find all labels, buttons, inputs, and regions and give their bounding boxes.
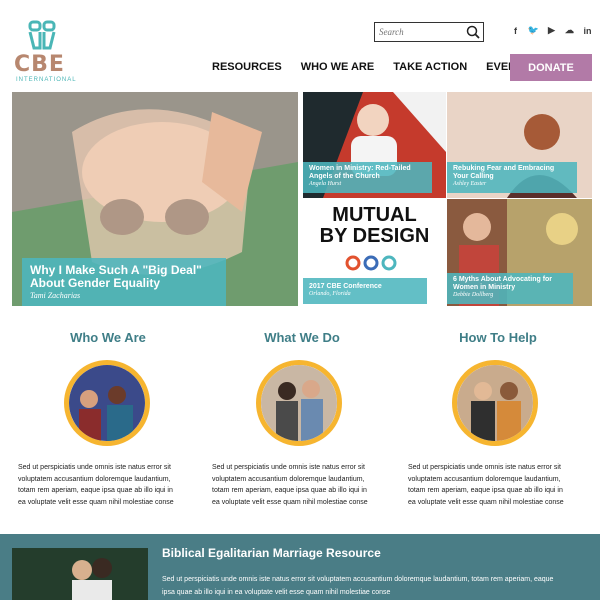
people-photo [261,365,337,441]
search-input[interactable] [375,23,463,41]
section-how-to-help: How To Help Sed ut perspiciatis unde omn… [408,330,588,506]
tile4-title-line1: 6 Myths About Advocating for [453,276,553,283]
nav-take-action[interactable]: TAKE ACTION [393,61,467,73]
main-nav: RESOURCES WHO WE ARE TAKE ACTION EVENTS [212,61,549,73]
conference-graphic-line2: BY DESIGN [319,225,430,247]
search-box[interactable] [374,22,484,42]
tile4-title-line2: Women in Ministry [453,284,516,291]
conference-rings-icon [345,255,397,271]
tile3-location: Orlando, Florida [309,291,351,297]
section-text: Sed ut perspiciatis unde omnis iste natu… [212,464,368,506]
social-links: f 🐦 ▶ ☁ in [510,25,593,36]
donate-button[interactable]: DONATE [510,54,592,81]
tile2-title-line1: Rebuking Fear and Embracing [453,165,555,172]
section-text: Sed ut perspiciatis unde omnis iste natu… [18,464,174,506]
logo-text: CBE [14,52,65,77]
band-text: Sed ut perspiciatis unde omnis iste natu… [162,576,554,596]
tile1-title-line2: Angels of the Church [309,173,380,180]
how-to-help-photo[interactable] [452,360,538,446]
tile2-author: Ashley Easter [453,181,487,187]
linkedin-icon[interactable]: in [582,25,593,36]
soundcloud-icon[interactable]: ☁ [564,25,575,36]
nav-resources[interactable]: RESOURCES [212,61,282,73]
facebook-icon[interactable]: f [510,25,521,36]
hero-title-line2: About Gender Equality [30,276,161,290]
tile1-author: Angela Hurst [309,181,342,187]
people-photo [457,365,533,441]
section-title[interactable]: What We Do [212,330,392,345]
people-photo [69,365,145,441]
band-title[interactable]: Biblical Egalitarian Marriage Resource [162,546,381,560]
article-tile-women-in-ministry[interactable]: Women in Ministry: Red-Tailed Angels of … [303,92,446,198]
band-content: Biblical Egalitarian Marriage Resource S… [0,534,600,600]
youtube-icon[interactable]: ▶ [546,25,557,36]
section-title[interactable]: How To Help [408,330,588,345]
what-we-do-photo[interactable] [256,360,342,446]
article-tile-rebuking-fear[interactable]: Rebuking Fear and Embracing Your Calling… [447,92,592,198]
search-icon[interactable] [466,25,480,39]
tile4-author: Debbie Dollberg [453,292,494,298]
twitter-icon[interactable]: 🐦 [528,25,539,36]
article-tile-6-myths[interactable]: 6 Myths About Advocating for Women in Mi… [447,199,592,306]
hero-feature[interactable]: Why I Make Such A "Big Deal" About Gende… [12,92,298,306]
article-tile-conference[interactable]: MUTUAL BY DESIGN 2017 CBE Conference Orl… [303,199,446,306]
tile2-title-line2: Your Calling [453,173,494,180]
section-text: Sed ut perspiciatis unde omnis iste natu… [408,464,564,506]
nav-who-we-are[interactable]: WHO WE ARE [301,61,375,73]
section-title[interactable]: Who We Are [18,330,198,345]
hero-author: Tami Zacharias [30,291,81,300]
section-who-we-are: Who We Are Sed ut perspiciatis unde omni… [18,330,198,506]
logo-subtitle: INTERNATIONAL [16,77,77,83]
section-what-we-do: What We Do Sed ut perspiciatis unde omni… [212,330,392,506]
who-we-are-photo[interactable] [64,360,150,446]
tile1-title-line1: Women in Ministry: Red-Tailed [309,165,411,172]
tile3-title: 2017 CBE Conference [309,283,382,290]
conference-graphic-line1: MUTUAL [332,204,417,226]
